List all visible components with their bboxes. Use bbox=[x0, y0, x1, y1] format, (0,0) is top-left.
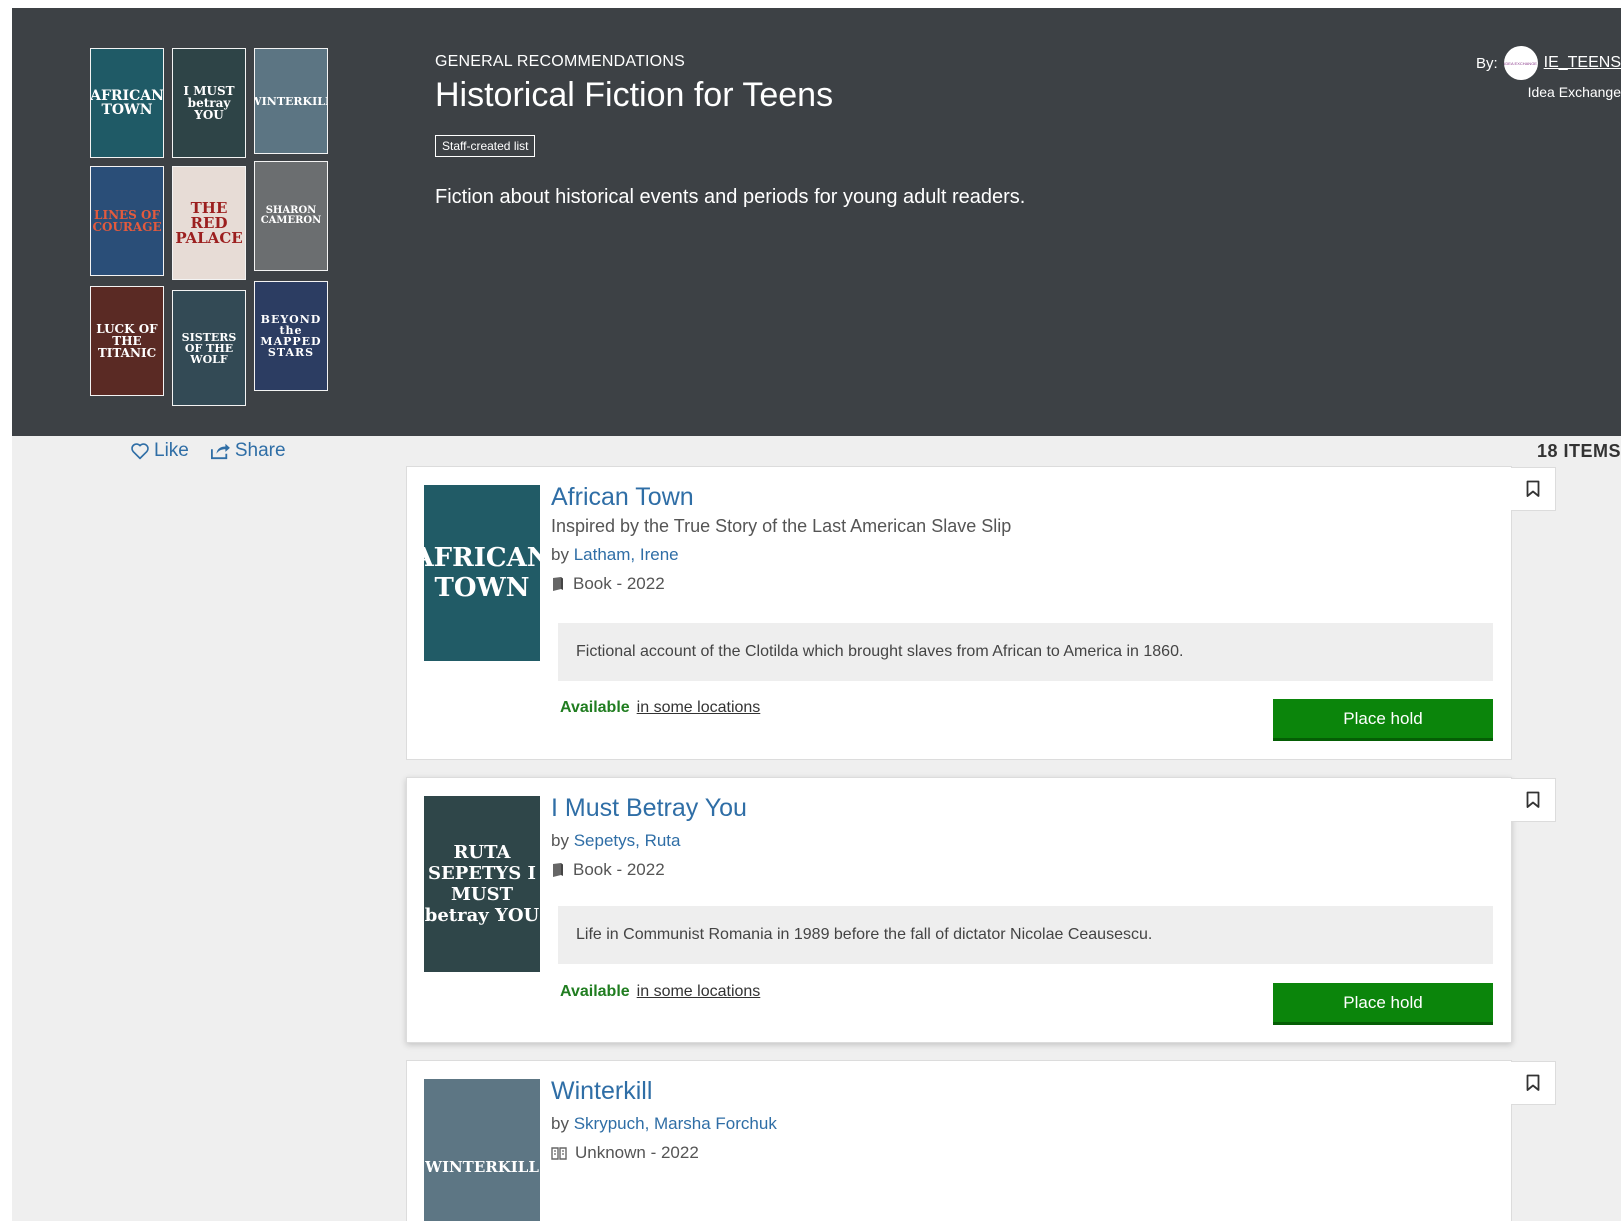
item-annotation: Life in Communist Romania in 1989 before… bbox=[558, 906, 1493, 964]
locations-link[interactable]: in some locations bbox=[637, 983, 761, 1001]
collage-cover-title: I MUST betray YOU bbox=[183, 84, 235, 122]
collage-cover[interactable]: SHARON CAMERON bbox=[254, 161, 328, 271]
list-actions: Like Share bbox=[130, 440, 286, 462]
item-format: Book - 2022 bbox=[551, 574, 1495, 594]
item-title[interactable]: I Must Betray You bbox=[551, 794, 1495, 823]
list-header: AFRICAN TOWN I MUST betray YOU WINTERKIL… bbox=[12, 8, 1621, 436]
format-label: Unknown - 2022 bbox=[575, 1143, 699, 1162]
author-link[interactable]: Skrypuch, Marsha Forchuk bbox=[574, 1114, 777, 1133]
collage-cover[interactable]: AFRICAN TOWN bbox=[90, 48, 164, 158]
avatar[interactable]: IDEA EXCHANGE bbox=[1503, 46, 1538, 80]
author-link[interactable]: IE_TEENS bbox=[1544, 54, 1621, 72]
page-title: Historical Fiction for Teens bbox=[435, 76, 834, 114]
place-hold-button[interactable]: Place hold bbox=[1273, 983, 1493, 1025]
list-item: AFRICAN TOWN African Town Inspired by th… bbox=[406, 466, 1556, 760]
item-format: Unknown - 2022 bbox=[551, 1143, 1495, 1163]
item-title[interactable]: Winterkill bbox=[551, 1077, 1495, 1106]
list-category: GENERAL RECOMMENDATIONS bbox=[435, 53, 685, 70]
heart-icon bbox=[131, 443, 149, 460]
book-cover-title: WINTERKILL bbox=[425, 1158, 539, 1176]
share-label: Share bbox=[234, 440, 286, 461]
collage-cover-title: LUCK OF THE TITANIC bbox=[96, 322, 158, 360]
item-details: I Must Betray You by Sepetys, Ruta Book … bbox=[551, 794, 1495, 880]
availability-status: Available bbox=[560, 983, 630, 1000]
format-label: Book - 2022 bbox=[573, 574, 665, 593]
locations-link[interactable]: in some locations bbox=[637, 699, 761, 717]
bookmark-icon bbox=[1526, 1074, 1540, 1091]
availability: Available in some locations bbox=[560, 983, 760, 1001]
book-cover[interactable]: AFRICAN TOWN bbox=[424, 485, 540, 661]
by-label: by bbox=[551, 831, 569, 850]
item-subtitle: Inspired by the True Story of the Last A… bbox=[551, 516, 1012, 536]
collage-cover-title: LINES OF COURAGE bbox=[92, 208, 162, 234]
bookmark-icon bbox=[1526, 480, 1540, 497]
collage-cover-title: SISTERS OF THE WOLF bbox=[181, 330, 237, 366]
book-cover[interactable]: WINTERKILL bbox=[424, 1079, 540, 1221]
like-label: Like bbox=[154, 440, 189, 461]
availability-status: Available bbox=[560, 699, 630, 716]
bookmark-icon bbox=[1526, 791, 1540, 808]
by-label: by bbox=[551, 1114, 569, 1133]
list-item: RUTA SEPETYS I MUST betray YOU I Must Be… bbox=[406, 777, 1556, 1043]
book-cover[interactable]: RUTA SEPETYS I MUST betray YOU bbox=[424, 796, 540, 972]
item-details: African Town Inspired by the True Story … bbox=[551, 483, 1495, 594]
collage-cover-title: WINTERKILL bbox=[255, 94, 327, 108]
collage-cover-title: SHARON CAMERON bbox=[260, 205, 322, 226]
collage-cover[interactable]: THE RED PALACE bbox=[172, 166, 246, 280]
collage-cover[interactable]: I MUST betray YOU bbox=[172, 48, 246, 158]
collage-cover[interactable]: LINES OF COURAGE bbox=[90, 166, 164, 276]
author-link[interactable]: Sepetys, Ruta bbox=[574, 831, 681, 850]
page-frame: AFRICAN TOWN I MUST betray YOU WINTERKIL… bbox=[12, 8, 1621, 1221]
list-item: WINTERKILL Winterkill by Skrypuch, Marsh… bbox=[406, 1060, 1556, 1221]
items-count: 18 ITEMS bbox=[1536, 441, 1621, 461]
item-title[interactable]: African Town bbox=[551, 483, 1495, 512]
list-author: By: IDEA EXCHANGE IE_TEENS Idea Exchange bbox=[1476, 46, 1621, 100]
author-row: By: IDEA EXCHANGE IE_TEENS bbox=[1476, 46, 1621, 80]
author-link[interactable]: Latham, Irene bbox=[574, 545, 679, 564]
unknown-format-icon bbox=[551, 1147, 567, 1160]
book-cover-title: AFRICAN TOWN bbox=[424, 543, 540, 603]
list-description: Fiction about historical events and peri… bbox=[435, 186, 1026, 208]
share-icon bbox=[210, 443, 230, 460]
book-icon bbox=[553, 577, 563, 591]
by-label: by bbox=[551, 545, 569, 564]
author-organization: Idea Exchange bbox=[1527, 84, 1621, 100]
bookmark-button[interactable] bbox=[1511, 1061, 1556, 1105]
book-icon bbox=[553, 863, 563, 877]
item-author: by Latham, Irene bbox=[551, 545, 1495, 565]
share-button[interactable]: Share bbox=[209, 440, 286, 462]
book-cover-title: RUTA SEPETYS I MUST betray YOU bbox=[424, 842, 540, 926]
by-label: By: bbox=[1475, 54, 1498, 72]
availability: Available in some locations bbox=[560, 699, 760, 717]
collage-cover-title: AFRICAN TOWN bbox=[90, 88, 164, 118]
item-author: by Sepetys, Ruta bbox=[551, 831, 1495, 851]
item-author: by Skrypuch, Marsha Forchuk bbox=[551, 1114, 1495, 1134]
collage-cover[interactable]: WINTERKILL bbox=[254, 48, 328, 154]
collage-cover-title: BEYOND the MAPPED STARS bbox=[260, 313, 322, 359]
collage-cover[interactable]: SISTERS OF THE WOLF bbox=[172, 290, 246, 406]
collage-cover[interactable]: LUCK OF THE TITANIC bbox=[90, 286, 164, 396]
item-annotation: Fictional account of the Clotilda which … bbox=[558, 623, 1493, 681]
collage-cover[interactable]: BEYOND the MAPPED STARS bbox=[254, 281, 328, 391]
collage-cover-title: THE RED PALACE bbox=[175, 198, 243, 247]
bookmark-button[interactable] bbox=[1511, 467, 1556, 511]
staff-list-badge: Staff-created list bbox=[435, 135, 536, 157]
place-hold-button[interactable]: Place hold bbox=[1273, 699, 1493, 741]
format-label: Book - 2022 bbox=[573, 860, 665, 879]
bookmark-button[interactable] bbox=[1511, 778, 1556, 822]
like-button[interactable]: Like bbox=[130, 440, 189, 462]
cover-collage: AFRICAN TOWN I MUST betray YOU WINTERKIL… bbox=[90, 48, 350, 418]
item-format: Book - 2022 bbox=[551, 860, 1495, 880]
item-details: Winterkill by Skrypuch, Marsha Forchuk U… bbox=[551, 1077, 1495, 1163]
